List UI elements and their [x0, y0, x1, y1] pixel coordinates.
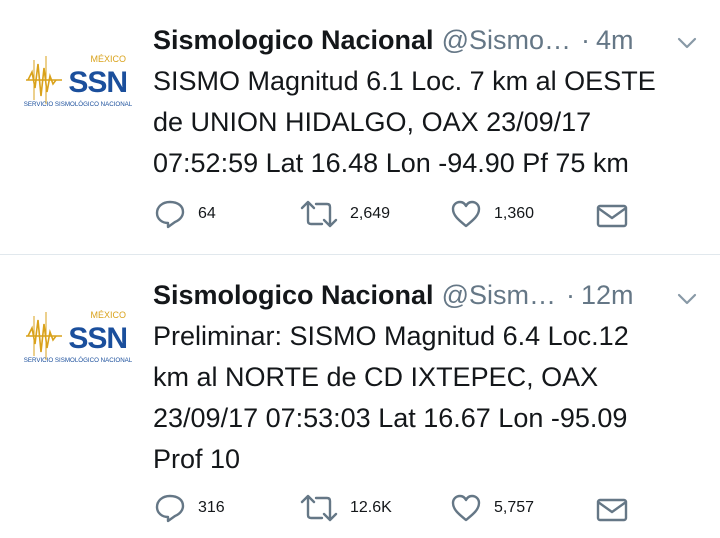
seismograph-icon: [26, 56, 62, 104]
tweet-content: Sismologico Nacional @Sismo… · 4m SISMO …: [153, 24, 700, 184]
reply-count: 64: [198, 205, 216, 222]
chevron-down-icon[interactable]: [677, 292, 697, 306]
reply-count: 316: [198, 499, 225, 516]
logo-subtitle: SERVICIO SISMOLÓGICO NACIONAL: [24, 101, 133, 108]
tweet-text-line: 23/09/17 07:53:03 Lat 16.67 Lon -95.09: [153, 403, 628, 433]
avatar[interactable]: MÉXICO SSN SERVICIO SISMOLÓGICO NACIONAL: [22, 50, 134, 112]
tweet-text-line: 07:52:59 Lat 16.48 Lon -94.90 Pf 75 km: [153, 148, 629, 178]
tweet[interactable]: MÉXICO SSN SERVICIO SISMOLÓGICO NACIONAL…: [0, 0, 720, 254]
tweet-text: Preliminar: SISMO Magnitud 6.4 Loc.12 km…: [153, 316, 705, 480]
timestamp[interactable]: 12m: [581, 279, 634, 311]
tweet-text-line: Prof 10: [153, 444, 241, 474]
reply-icon: [155, 200, 185, 229]
reply-button[interactable]: 64: [154, 197, 216, 231]
retweet-button[interactable]: 2,649: [300, 197, 390, 231]
heart-icon: [451, 494, 481, 522]
logo-acronym: SSN: [68, 66, 127, 99]
author-name[interactable]: Sismologico Nacional: [153, 279, 434, 311]
envelope-icon: [596, 204, 628, 228]
dm-button[interactable]: [596, 199, 628, 233]
chevron-down-icon[interactable]: [677, 36, 697, 50]
tweet-header: Sismologico Nacional @Sismo… · 4m: [153, 24, 700, 56]
author-handle[interactable]: @Sismo…: [442, 24, 571, 56]
dm-button[interactable]: [596, 493, 628, 527]
logo-country: MÉXICO: [90, 310, 126, 320]
tweet[interactable]: MÉXICO SSN SERVICIO SISMOLÓGICO NACIONAL…: [0, 255, 720, 538]
like-button[interactable]: 1,360: [450, 197, 534, 231]
heart-icon: [451, 200, 481, 228]
logo-country: MÉXICO: [90, 54, 126, 64]
tweet-text-line: Preliminar: SISMO Magnitud 6.4 Loc.12: [153, 321, 629, 351]
tweet-text-line: SISMO Magnitud 6.1 Loc. 7 km al OESTE: [153, 66, 656, 96]
reply-button[interactable]: 316: [154, 491, 225, 525]
tweet-header: Sismologico Nacional @Sism… · 12m: [153, 279, 700, 311]
separator: ·: [565, 280, 575, 310]
seismograph-icon: [26, 312, 62, 360]
retweet-icon: [300, 494, 338, 522]
author-handle[interactable]: @Sism…: [442, 279, 556, 311]
retweet-count: 2,649: [350, 205, 391, 222]
avatar[interactable]: MÉXICO SSN SERVICIO SISMOLÓGICO NACIONAL: [22, 306, 134, 368]
retweet-icon: [300, 200, 338, 228]
logo-acronym: SSN: [68, 322, 127, 355]
timeline: MÉXICO SSN SERVICIO SISMOLÓGICO NACIONAL…: [0, 0, 720, 537]
tweet-content: Sismologico Nacional @Sism… · 12m Prelim…: [153, 279, 700, 480]
tweet-text-line: de UNION HIDALGO, OAX 23/09/17: [153, 107, 592, 137]
timestamp[interactable]: 4m: [596, 24, 634, 56]
envelope-icon: [596, 498, 628, 522]
like-count: 1,360: [494, 205, 535, 222]
like-button[interactable]: 5,757: [450, 491, 534, 525]
reply-icon: [155, 494, 185, 523]
like-count: 5,757: [494, 499, 535, 516]
separator: ·: [581, 25, 590, 55]
retweet-button[interactable]: 12.6K: [300, 491, 392, 525]
tweet-text-line: km al NORTE de CD IXTEPEC, OAX: [153, 362, 599, 392]
tweet-text: SISMO Magnitud 6.1 Loc. 7 km al OESTE de…: [153, 61, 705, 184]
retweet-count: 12.6K: [350, 499, 392, 516]
author-name[interactable]: Sismologico Nacional: [153, 24, 434, 56]
logo-subtitle: SERVICIO SISMOLÓGICO NACIONAL: [24, 357, 133, 364]
